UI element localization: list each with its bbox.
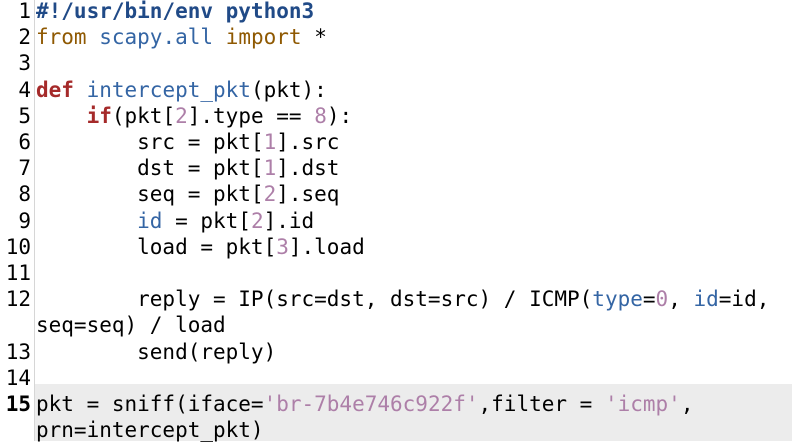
- code-token: pkt = sniff(iface=: [36, 392, 264, 416]
- line-number: 7: [18, 156, 31, 181]
- code-token: 'br-7b4e746c922f': [263, 392, 479, 416]
- code-token: ,: [668, 287, 694, 312]
- code-line[interactable]: 3: [0, 50, 792, 76]
- code-token: def: [36, 77, 74, 102]
- code-line[interactable]: 14: [0, 365, 792, 391]
- code-token: reply = IP(src=dst, dst=src) / ICMP(: [36, 287, 593, 312]
- code-token: #!/usr/bin/env python3: [36, 0, 315, 23]
- code-token: 0: [655, 287, 669, 312]
- line-number: 3: [18, 51, 31, 76]
- code-token: *: [301, 25, 327, 50]
- code-token: prn=intercept_pkt): [36, 418, 264, 443]
- code-line[interactable]: 1 #!/usr/bin/env python3: [0, 0, 792, 24]
- code-line[interactable]: 2 from scapy.all import *: [0, 24, 792, 50]
- code-token: 1: [263, 156, 277, 181]
- code-token: ].src: [276, 130, 340, 154]
- line-number: 15: [5, 392, 31, 416]
- code-token: (pkt[: [111, 103, 176, 128]
- code-token: ].load: [288, 234, 365, 259]
- line-number: 4: [18, 77, 31, 102]
- code-line[interactable]: 5 if(pkt[2].type == 8):: [0, 103, 792, 129]
- line-number: 2: [18, 25, 31, 50]
- code-text: prn=intercept_pkt): [36, 417, 264, 443]
- line-number: 6: [18, 130, 31, 154]
- code-token: ,: [680, 392, 694, 416]
- code-text: def intercept_pkt(pkt):: [36, 77, 327, 103]
- code-token: 8: [314, 103, 327, 128]
- code-token: 2: [263, 182, 277, 207]
- code-text: seq = pkt[2].seq: [36, 181, 339, 207]
- code-token: =id,: [718, 287, 770, 312]
- code-text: src = pkt[1].src: [36, 129, 339, 155]
- line-number: 11: [5, 261, 31, 285]
- code-token: 2: [250, 208, 264, 233]
- code-token: ].seq: [276, 182, 340, 207]
- line-number: 14: [5, 365, 31, 390]
- code-token: seq = pkt[: [36, 182, 264, 207]
- code-editor[interactable]: 1 #!/usr/bin/env python3 2 from scapy.all i…: [0, 0, 792, 443]
- line-number: 10: [5, 234, 31, 259]
- code-line[interactable]: 13 send(reply): [0, 339, 792, 365]
- code-token: id: [693, 287, 719, 312]
- code-text: load = pkt[3].load: [36, 234, 365, 260]
- code-line[interactable]: 12 reply = IP(src=dst, dst=src) / ICMP(t…: [0, 286, 792, 312]
- line-number: 1: [18, 0, 31, 23]
- code-token: type: [592, 287, 643, 312]
- code-token: =: [642, 287, 656, 312]
- code-token: if: [86, 103, 112, 128]
- code-text: dst = pkt[1].dst: [36, 155, 339, 181]
- code-line[interactable]: 7 dst = pkt[1].dst: [0, 155, 792, 181]
- code-token: ):: [326, 103, 353, 128]
- code-line[interactable]: 9 id = pkt[2].id: [0, 208, 792, 234]
- code-token: dst = pkt[: [36, 156, 264, 181]
- code-line[interactable]: prn=intercept_pkt): [0, 417, 792, 443]
- code-line[interactable]: 11: [0, 260, 792, 286]
- code-token: send(reply): [36, 339, 277, 364]
- code-text: from scapy.all import *: [36, 24, 327, 50]
- code-token: load = pkt[: [36, 234, 277, 259]
- code-text: send(reply): [36, 339, 276, 365]
- code-token: scapy.all: [99, 25, 214, 50]
- code-token: import: [225, 25, 302, 50]
- code-token: (pkt):: [250, 77, 327, 102]
- code-token: 3: [276, 234, 289, 259]
- code-line[interactable]: 10 load = pkt[3].load: [0, 234, 792, 260]
- line-number: 8: [18, 182, 31, 207]
- code-token: ,filter =: [478, 392, 605, 416]
- line-number: 13: [5, 339, 31, 364]
- code-token: 1: [263, 130, 277, 154]
- code-line[interactable]: 15 pkt = sniff(iface='br-7b4e746c922f',fi…: [0, 391, 792, 417]
- code-token: src = pkt[: [36, 130, 264, 154]
- code-text: pkt = sniff(iface='br-7b4e746c922f',filt…: [36, 391, 693, 417]
- code-text: id = pkt[2].id: [36, 208, 314, 234]
- code-token: id: [137, 208, 163, 233]
- code-line[interactable]: 4 def intercept_pkt(pkt):: [0, 77, 792, 103]
- code-token: 'icmp': [604, 392, 681, 416]
- code-token: 2: [175, 103, 188, 128]
- line-number: 12: [5, 287, 31, 312]
- line-number: 5: [18, 103, 31, 128]
- code-line[interactable]: seq=seq) / load: [0, 312, 792, 338]
- line-number: 9: [18, 208, 31, 233]
- code-token: ].dst: [276, 156, 340, 181]
- code-text: if(pkt[2].type == 8):: [36, 103, 353, 129]
- code-token: ].id: [263, 208, 315, 233]
- code-text: reply = IP(src=dst, dst=src) / ICMP(type…: [36, 286, 769, 312]
- code-token: seq=seq) / load: [36, 313, 226, 338]
- code-token: from: [36, 25, 87, 50]
- code-token: intercept_pkt: [86, 77, 251, 102]
- code-token: ].type ==: [187, 103, 315, 128]
- code-text: seq=seq) / load: [36, 312, 226, 338]
- code-text: #!/usr/bin/env python3: [36, 0, 314, 24]
- code-line[interactable]: 8 seq = pkt[2].seq: [0, 181, 792, 207]
- code-line[interactable]: 6 src = pkt[1].src: [0, 129, 792, 155]
- code-token: = pkt[: [162, 208, 251, 233]
